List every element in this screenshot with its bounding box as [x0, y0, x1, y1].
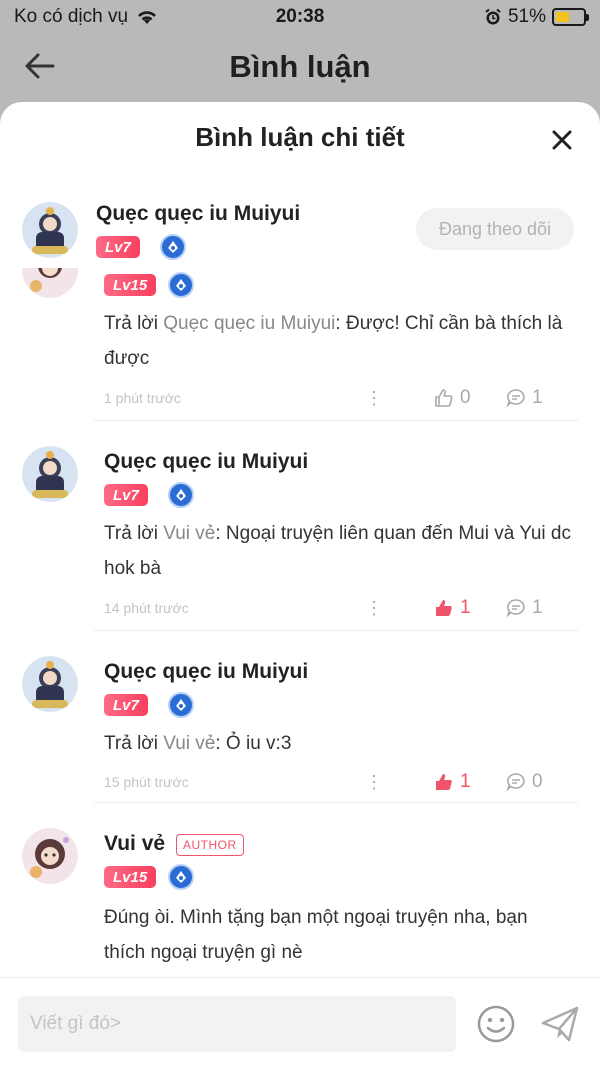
comment-icon	[506, 773, 525, 792]
reply-item: Quẹc quẹc iu Muiyui Lv7 Trả lời Vui vẻ: …	[22, 652, 578, 802]
wifi-icon	[138, 11, 157, 24]
battery-icon	[552, 8, 589, 26]
thumbs-up-filled-icon	[436, 600, 452, 616]
more-options-icon[interactable]: ⋮	[364, 388, 384, 409]
reply-text: Trả lời Vui vẻ: Ỏ iu v:3	[104, 733, 292, 754]
reply-count-button[interactable]: 1	[506, 597, 578, 619]
background-title: Bình luận	[229, 49, 371, 84]
background-header: Bình luận	[0, 34, 600, 100]
emoji-button[interactable]	[476, 1004, 516, 1044]
divider	[94, 802, 578, 803]
send-icon	[541, 1006, 579, 1042]
username[interactable]: Quẹc quẹc iu Muiyui	[104, 450, 308, 474]
root-comment-header: Quẹc quẹc iu Muiyui Lv7 Đang theo dõi	[22, 198, 578, 268]
level-badge: Lv7	[96, 236, 140, 258]
mention-link[interactable]: Vui vẻ	[163, 733, 215, 754]
divider	[94, 420, 578, 421]
timestamp: 15 phút trước	[104, 774, 189, 790]
smiley-icon	[477, 1005, 515, 1043]
reply-meta: 1 phút trước ⋮ 0 1	[104, 386, 578, 410]
status-bar: Ko có dịch vụ 20:38 51%	[0, 0, 600, 34]
ribbon-badge-icon	[168, 864, 194, 890]
comment-input-bar	[0, 977, 600, 1067]
avatar[interactable]	[22, 202, 78, 258]
divider	[94, 630, 578, 631]
carrier-label: Ko có dịch vụ	[14, 6, 129, 27]
avatar[interactable]	[22, 828, 78, 884]
send-button[interactable]	[540, 1004, 580, 1044]
reply-text: Đúng òi. Mình tặng bạn một ngoại truyện …	[104, 907, 528, 963]
username[interactable]: Quẹc quẹc iu Muiyui	[96, 202, 300, 226]
alarm-icon	[485, 8, 501, 25]
mention-link[interactable]: Quẹc quẹc iu Muiyui	[163, 313, 335, 334]
like-button[interactable]: 1	[434, 597, 506, 619]
like-button[interactable]: 1	[434, 771, 506, 793]
reply-text: Trả lời Vui vẻ: Ngoại truyện liên quan đ…	[104, 523, 571, 579]
ribbon-badge-icon	[160, 234, 186, 260]
level-badge: Lv7	[104, 484, 148, 506]
reply-meta: 14 phút trước ⋮ 1 1	[104, 596, 578, 620]
reply-meta: 15 phút trước ⋮ 1 0	[104, 770, 578, 794]
thumbs-up-icon	[435, 389, 453, 407]
sheet-title: Bình luận chi tiết	[195, 122, 405, 152]
mention-link[interactable]: Vui vẻ	[163, 523, 215, 544]
reply-count-button[interactable]: 1	[506, 387, 578, 409]
timestamp: 14 phút trước	[104, 600, 189, 616]
reply-item: Lv15 Trả lời Quẹc quẹc iu Muiyui: Được! …	[22, 268, 578, 422]
reply-item: Quẹc quẹc iu Muiyui Lv7 Trả lời Vui vẻ: …	[22, 442, 578, 632]
reply-count-button[interactable]: 0	[506, 771, 578, 793]
more-options-icon[interactable]: ⋮	[364, 772, 384, 793]
avatar[interactable]	[22, 446, 78, 502]
back-button[interactable]	[22, 48, 58, 84]
more-options-icon[interactable]: ⋮	[364, 598, 384, 619]
close-icon	[552, 130, 572, 150]
arrow-left-icon	[25, 53, 55, 79]
following-button[interactable]: Đang theo dõi	[416, 208, 574, 250]
close-button[interactable]	[548, 126, 576, 154]
ribbon-badge-icon	[168, 482, 194, 508]
comment-icon	[506, 599, 525, 618]
timestamp: 1 phút trước	[104, 390, 181, 406]
comment-input[interactable]	[18, 996, 456, 1052]
thumbs-up-filled-icon	[436, 774, 452, 790]
avatar[interactable]	[22, 656, 78, 712]
ribbon-badge-icon	[168, 272, 194, 298]
username[interactable]: Vui vẻ	[104, 832, 165, 856]
level-badge: Lv15	[104, 866, 157, 888]
level-badge: Lv15	[104, 274, 157, 296]
comment-detail-sheet: Bình luận chi tiết Quẹc quẹc iu Muiyui L…	[0, 102, 600, 1067]
level-badge: Lv7	[104, 694, 148, 716]
comment-icon	[506, 389, 525, 408]
ribbon-badge-icon	[168, 692, 194, 718]
author-tag: AUTHOR	[176, 834, 244, 856]
like-button[interactable]: 0	[434, 387, 506, 409]
username[interactable]: Quẹc quẹc iu Muiyui	[104, 660, 308, 684]
reply-item: Vui vẻ AUTHOR Lv15 Đúng òi. Mình tặng bạ…	[22, 824, 578, 974]
reply-text: Trả lời Quẹc quẹc iu Muiyui: Được! Chỉ c…	[104, 313, 563, 369]
battery-percent: 51%	[507, 6, 546, 27]
